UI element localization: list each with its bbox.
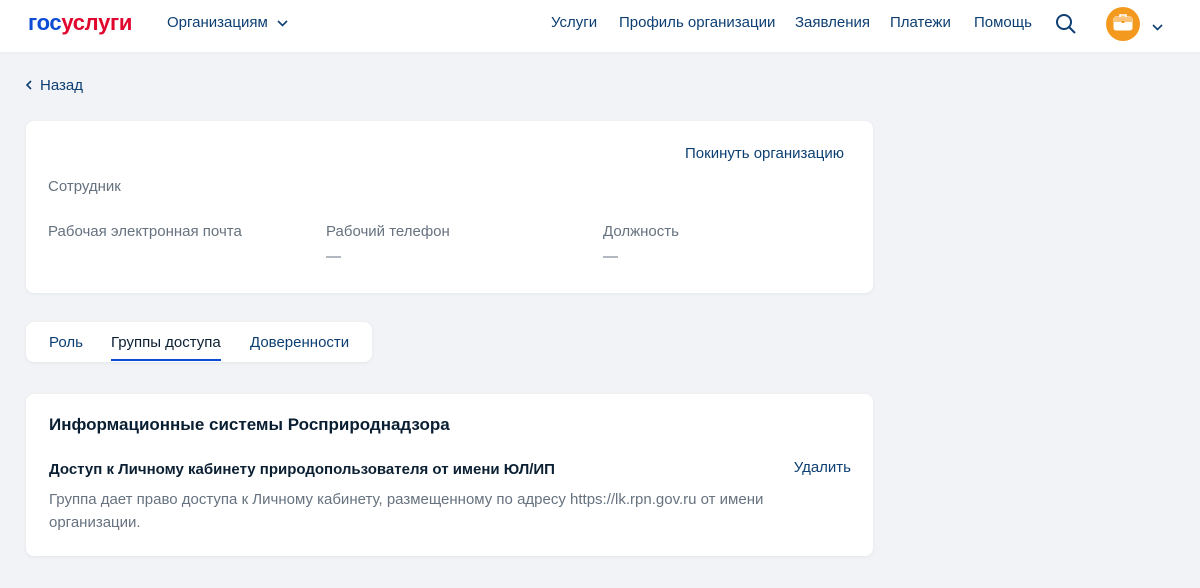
briefcase-icon (1113, 13, 1133, 36)
position-value: — (603, 248, 618, 265)
chevron-down-icon (277, 14, 288, 31)
leave-organization-link[interactable]: Покинуть организацию (685, 145, 844, 162)
employee-role: Сотрудник (48, 178, 121, 195)
nav-services[interactable]: Услуги (551, 14, 597, 31)
chevron-down-icon[interactable] (1152, 18, 1163, 36)
tabs-bar: Роль Группы доступа Доверенности (26, 322, 372, 362)
active-tab-indicator (111, 359, 221, 361)
employee-card: Покинуть организацию Сотрудник Рабочая э… (26, 121, 873, 293)
access-group-description: Группа дает право доступа к Личному каби… (49, 491, 764, 531)
work-phone-value: — (326, 248, 341, 265)
top-header: госуслуги Организациям Услуги Профиль ор… (0, 0, 1200, 52)
nav-applications[interactable]: Заявления (795, 14, 870, 31)
back-link[interactable]: Назад (25, 77, 83, 94)
search-icon[interactable] (1055, 13, 1077, 35)
back-link-label: Назад (40, 77, 83, 94)
organizations-menu[interactable]: Организациям (167, 14, 288, 31)
organization-avatar[interactable] (1106, 7, 1140, 41)
tab-access-groups[interactable]: Группы доступа (111, 334, 221, 351)
nav-help[interactable]: Помощь (974, 14, 1032, 31)
gosuslugi-logo[interactable]: госуслуги (28, 10, 132, 36)
access-group-title: Доступ к Личному кабинету природопользов… (49, 461, 555, 478)
nav-org-profile[interactable]: Профиль организации (619, 14, 775, 31)
nav-payments[interactable]: Платежи (890, 14, 951, 31)
chevron-left-icon (25, 77, 32, 94)
position-label: Должность (603, 223, 679, 240)
tab-role[interactable]: Роль (49, 334, 83, 351)
system-title: Информационные системы Росприроднадзора (49, 415, 450, 434)
logo-part-gos: гос (28, 10, 62, 35)
delete-group-link[interactable]: Удалить (794, 459, 851, 476)
organizations-menu-label: Организациям (167, 14, 268, 31)
tab-powers-of-attorney[interactable]: Доверенности (250, 334, 349, 351)
access-groups-card: Информационные системы Росприроднадзора … (26, 394, 873, 556)
logo-part-uslugi: услуги (61, 10, 133, 35)
work-phone-label: Рабочий телефон (326, 223, 450, 240)
work-email-label: Рабочая электронная почта (48, 223, 242, 240)
